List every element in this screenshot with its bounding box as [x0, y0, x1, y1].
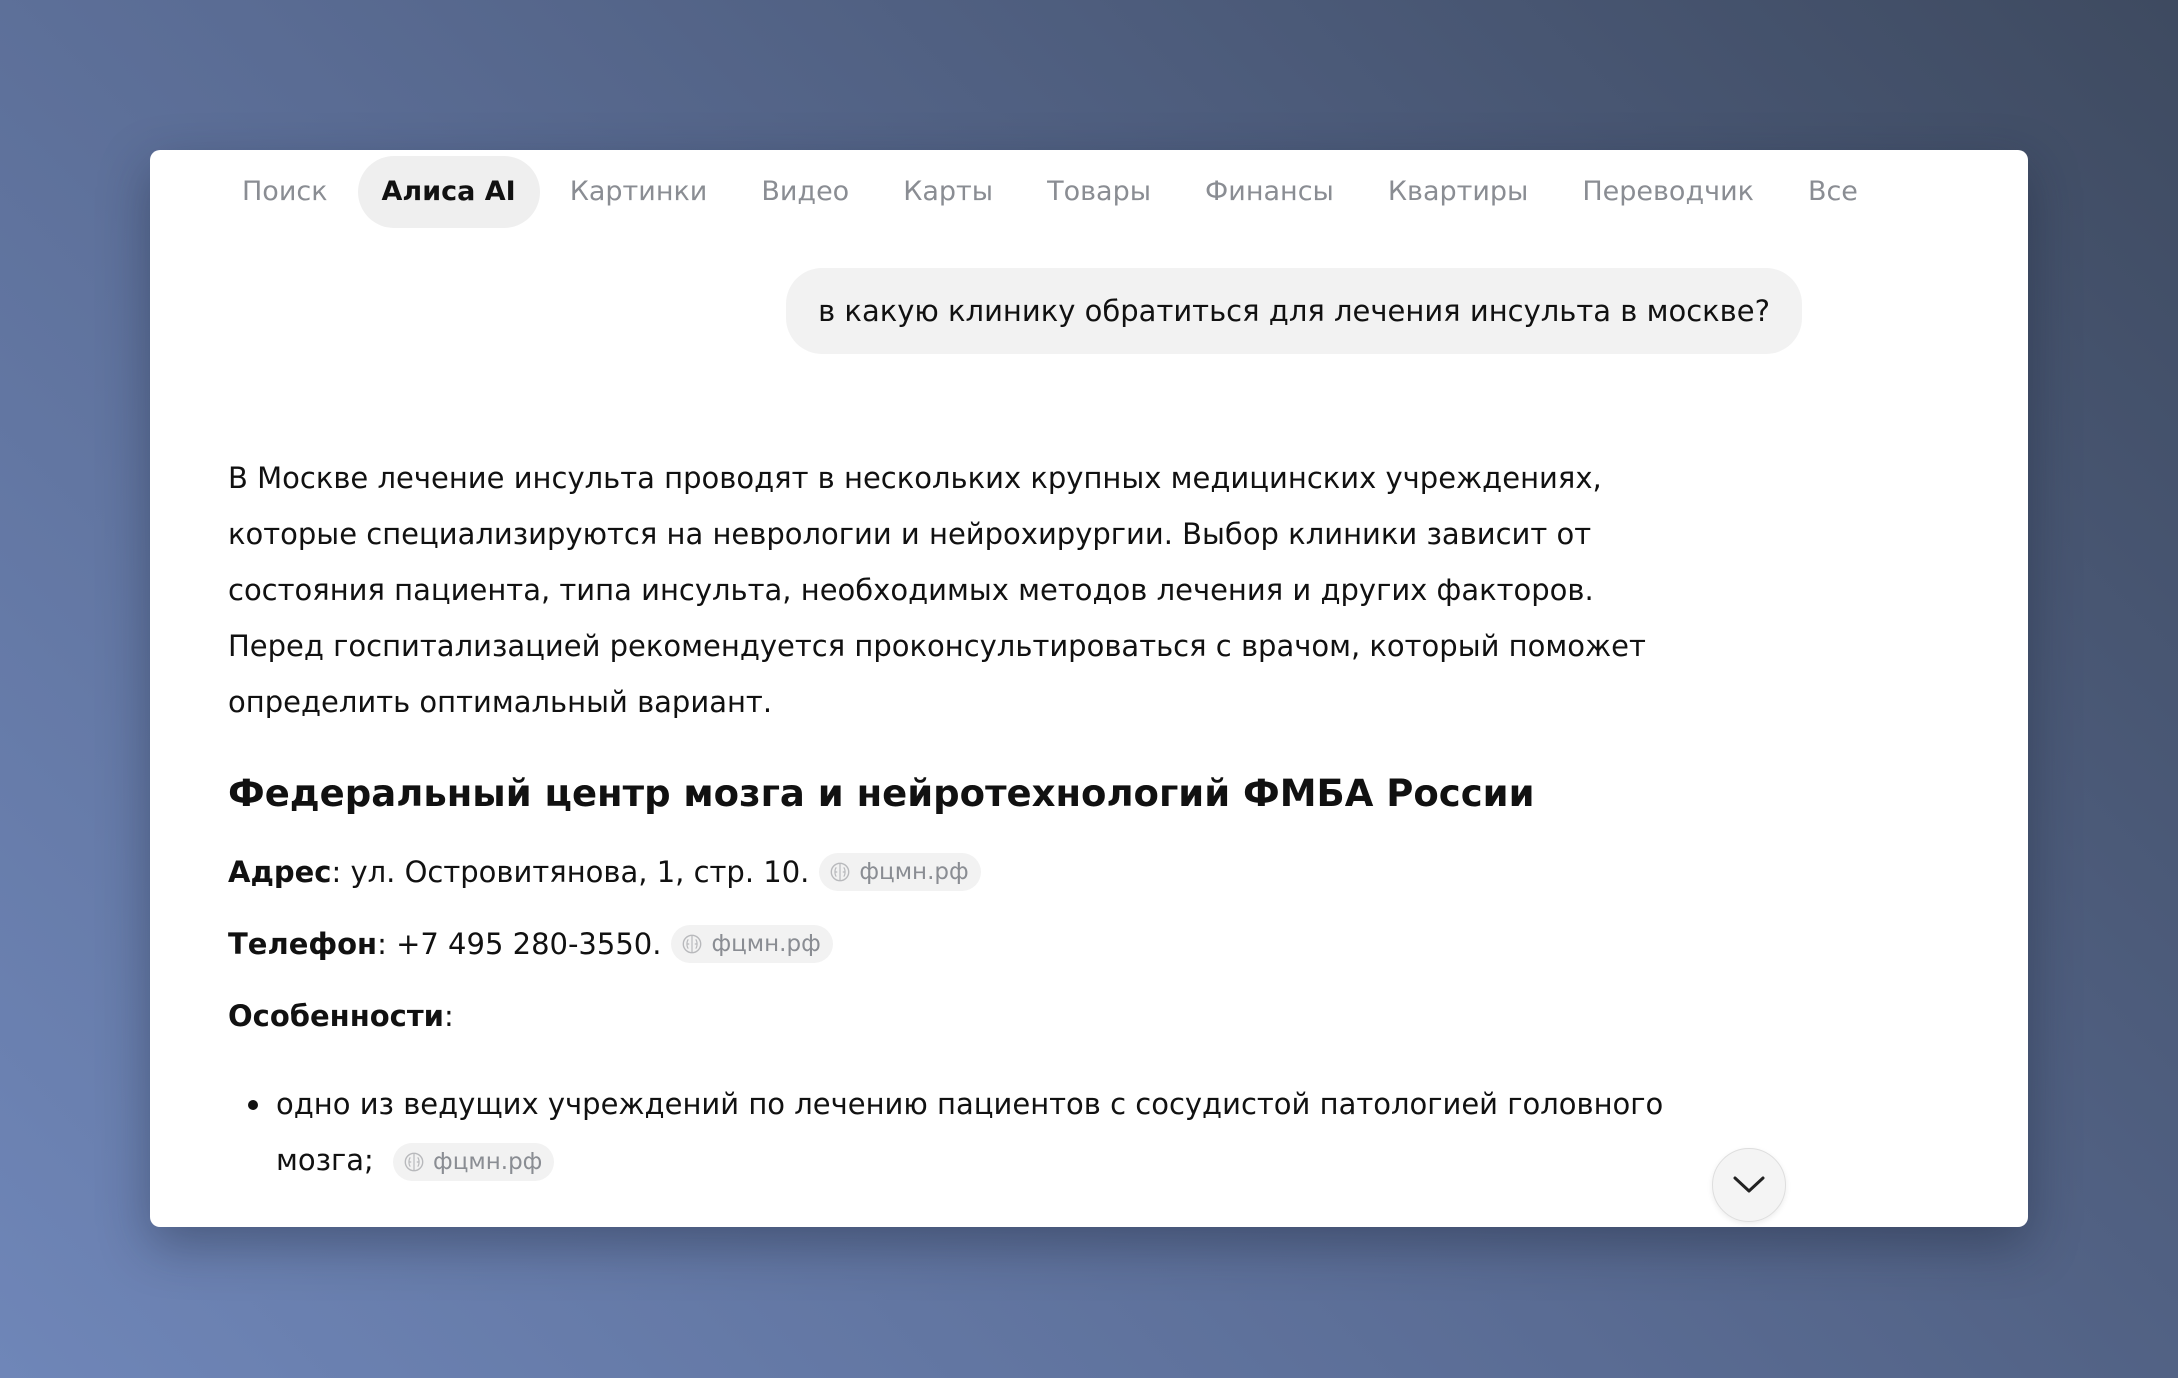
- tab-search[interactable]: Поиск: [218, 156, 352, 228]
- chevron-down-icon: [1733, 1176, 1765, 1193]
- phone-row: Телефон : +7 495 280-3550. фцмн.рф: [228, 924, 1688, 964]
- tab-alice-ai[interactable]: Алиса AI: [357, 156, 540, 228]
- features-colon: :: [444, 999, 454, 1033]
- address-label: Адрес: [228, 855, 332, 889]
- phone-value: : +7 495 280-3550.: [377, 927, 662, 961]
- features-label: Особенности: [228, 999, 444, 1033]
- tab-all[interactable]: Все: [1784, 156, 1882, 228]
- phone-label: Телефон: [228, 927, 378, 961]
- brain-icon: [683, 934, 702, 954]
- source-chip[interactable]: фцмн.рф: [671, 925, 833, 963]
- brain-icon: [404, 1152, 424, 1172]
- tab-video[interactable]: Видео: [737, 156, 873, 228]
- tab-maps[interactable]: Карты: [879, 156, 1017, 228]
- source-chip[interactable]: фцмн.рф: [393, 1143, 555, 1181]
- scroll-down-button[interactable]: [1712, 1148, 1786, 1222]
- features-list: одно из ведущих учреждений по лечению па…: [228, 1076, 1688, 1188]
- address-value: : ул. Островитянова, 1, стр. 10.: [331, 855, 810, 889]
- source-chip-label: фцмн.рф: [433, 1149, 543, 1175]
- answer-intro: В Москве лечение инсульта проводят в нес…: [228, 461, 1646, 719]
- clinic-title: Федеральный центр мозга и нейротехнологи…: [228, 772, 1535, 815]
- tab-images[interactable]: Картинки: [546, 156, 732, 228]
- list-item: одно из ведущих учреждений по лечению па…: [248, 1076, 1688, 1188]
- tab-products[interactable]: Товары: [1023, 156, 1175, 228]
- tab-apartments[interactable]: Квартиры: [1364, 156, 1553, 228]
- brain-icon: [830, 862, 850, 882]
- source-chip-label: фцмн.рф: [711, 931, 821, 957]
- user-message-bubble: в какую клинику обратиться для лечения и…: [786, 268, 1802, 354]
- assistant-answer: В Москве лечение инсульта проводят в нес…: [228, 450, 1688, 1188]
- features-row: Особенности :: [228, 996, 1688, 1036]
- service-tabs: Поиск Алиса AI Картинки Видео Карты Това…: [218, 156, 1882, 228]
- tab-finance[interactable]: Финансы: [1181, 156, 1358, 228]
- address-row: Адрес : ул. Островитянова, 1, стр. 10. ф…: [228, 852, 1688, 892]
- source-chip-label: фцмн.рф: [859, 859, 969, 885]
- source-chip[interactable]: фцмн.рф: [819, 853, 981, 891]
- browser-window: Поиск Алиса AI Картинки Видео Карты Това…: [150, 150, 2028, 1227]
- tab-translator[interactable]: Переводчик: [1558, 156, 1778, 228]
